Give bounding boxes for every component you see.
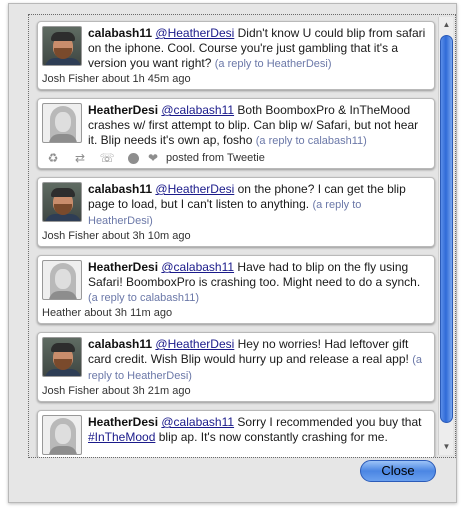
avatar[interactable]	[42, 103, 82, 143]
mention-link[interactable]: @HeatherDesi	[155, 26, 234, 40]
conversation-window: calabash11 @HeatherDesi Didn't know U co…	[8, 3, 457, 503]
mention-link[interactable]: @calabash11	[161, 260, 234, 274]
vertical-scrollbar[interactable]: ▲ ▼	[438, 17, 453, 455]
reply-link[interactable]: (a reply to calabash11)	[88, 292, 199, 304]
tweet-item[interactable]: HeatherDesi @calabash11 Have had to blip…	[37, 255, 435, 324]
avatar[interactable]	[42, 182, 82, 222]
close-button[interactable]: Close	[360, 460, 436, 482]
tweet-meta: Josh Fisher about 1h 45m ago	[42, 73, 191, 85]
mention-link[interactable]: @calabash11	[161, 415, 234, 429]
avatar[interactable]	[42, 415, 82, 455]
reply-link[interactable]: (a reply to calabash11)	[256, 135, 367, 147]
recycle-icon[interactable]: ♻	[42, 151, 64, 165]
tweet-list-content: calabash11 @HeatherDesi Didn't know U co…	[37, 21, 435, 457]
tweet-author[interactable]: calabash11	[88, 26, 152, 40]
tweet-meta: Josh Fisher about 3h 21m ago	[42, 385, 191, 397]
tweet-message-continued: blip ap. It's now constantly crashing fo…	[155, 430, 388, 444]
tweet-item[interactable]: calabash11 @HeatherDesi Didn't know U co…	[37, 21, 435, 90]
mention-link[interactable]: @calabash11	[161, 103, 234, 117]
tweet-item[interactable]: calabash11 @HeatherDesi Hey no worries! …	[37, 332, 435, 402]
mention-link[interactable]: @HeatherDesi	[155, 182, 234, 196]
tweet-message: Sorry I recommended you buy that	[234, 415, 422, 429]
tweet-item[interactable]: HeatherDesi @calabash11 Both BoomboxPro …	[37, 98, 435, 169]
tweet-list[interactable]: calabash11 @HeatherDesi Didn't know U co…	[28, 14, 456, 458]
tweet-author[interactable]: calabash11	[88, 337, 152, 351]
scroll-up-arrow-icon[interactable]: ▲	[439, 19, 454, 31]
tweet-text: HeatherDesi @calabash11 Have had to blip…	[88, 259, 428, 306]
hashtag-link[interactable]: #InTheMood	[88, 430, 155, 444]
heart-icon[interactable]: ❤	[146, 151, 160, 165]
tweet-item[interactable]: calabash11 @HeatherDesi on the phone? I …	[37, 177, 435, 247]
reply-link[interactable]: (a reply to HeatherDesi)	[215, 58, 332, 70]
tweet-item[interactable]: HeatherDesi @calabash11 Sorry I recommen…	[37, 410, 435, 457]
tweet-meta: Josh Fisher about 3h 10m ago	[42, 230, 191, 242]
mention-link[interactable]: @HeatherDesi	[155, 337, 234, 351]
tweet-text: HeatherDesi @calabash11 Both BoomboxPro …	[88, 102, 428, 149]
circle-icon[interactable]	[128, 152, 139, 164]
tweet-author[interactable]: HeatherDesi	[88, 103, 158, 117]
tweet-author[interactable]: HeatherDesi	[88, 260, 158, 274]
tweet-author[interactable]: HeatherDesi	[88, 415, 158, 429]
tweet-actions: ♻ ⇄ ☏ ❤ posted from Tweetie	[42, 151, 428, 165]
scroll-down-arrow-icon[interactable]: ▼	[439, 441, 454, 453]
tweet-text: calabash11 @HeatherDesi on the phone? I …	[88, 181, 428, 229]
phone-icon[interactable]: ☏	[96, 151, 118, 165]
avatar[interactable]	[42, 26, 82, 66]
tweet-text: calabash11 @HeatherDesi Didn't know U co…	[88, 25, 428, 72]
retweet-icon[interactable]: ⇄	[69, 151, 91, 165]
tweet-text: calabash11 @HeatherDesi Hey no worries! …	[88, 336, 428, 384]
scroll-thumb[interactable]	[440, 35, 453, 423]
tweet-meta: Heather about 3h 11m ago	[42, 307, 173, 319]
tweet-text: HeatherDesi @calabash11 Sorry I recommen…	[88, 414, 428, 445]
posted-from: posted from Tweetie	[166, 152, 265, 164]
avatar[interactable]	[42, 260, 82, 300]
tweet-author[interactable]: calabash11	[88, 182, 152, 196]
avatar[interactable]	[42, 337, 82, 377]
